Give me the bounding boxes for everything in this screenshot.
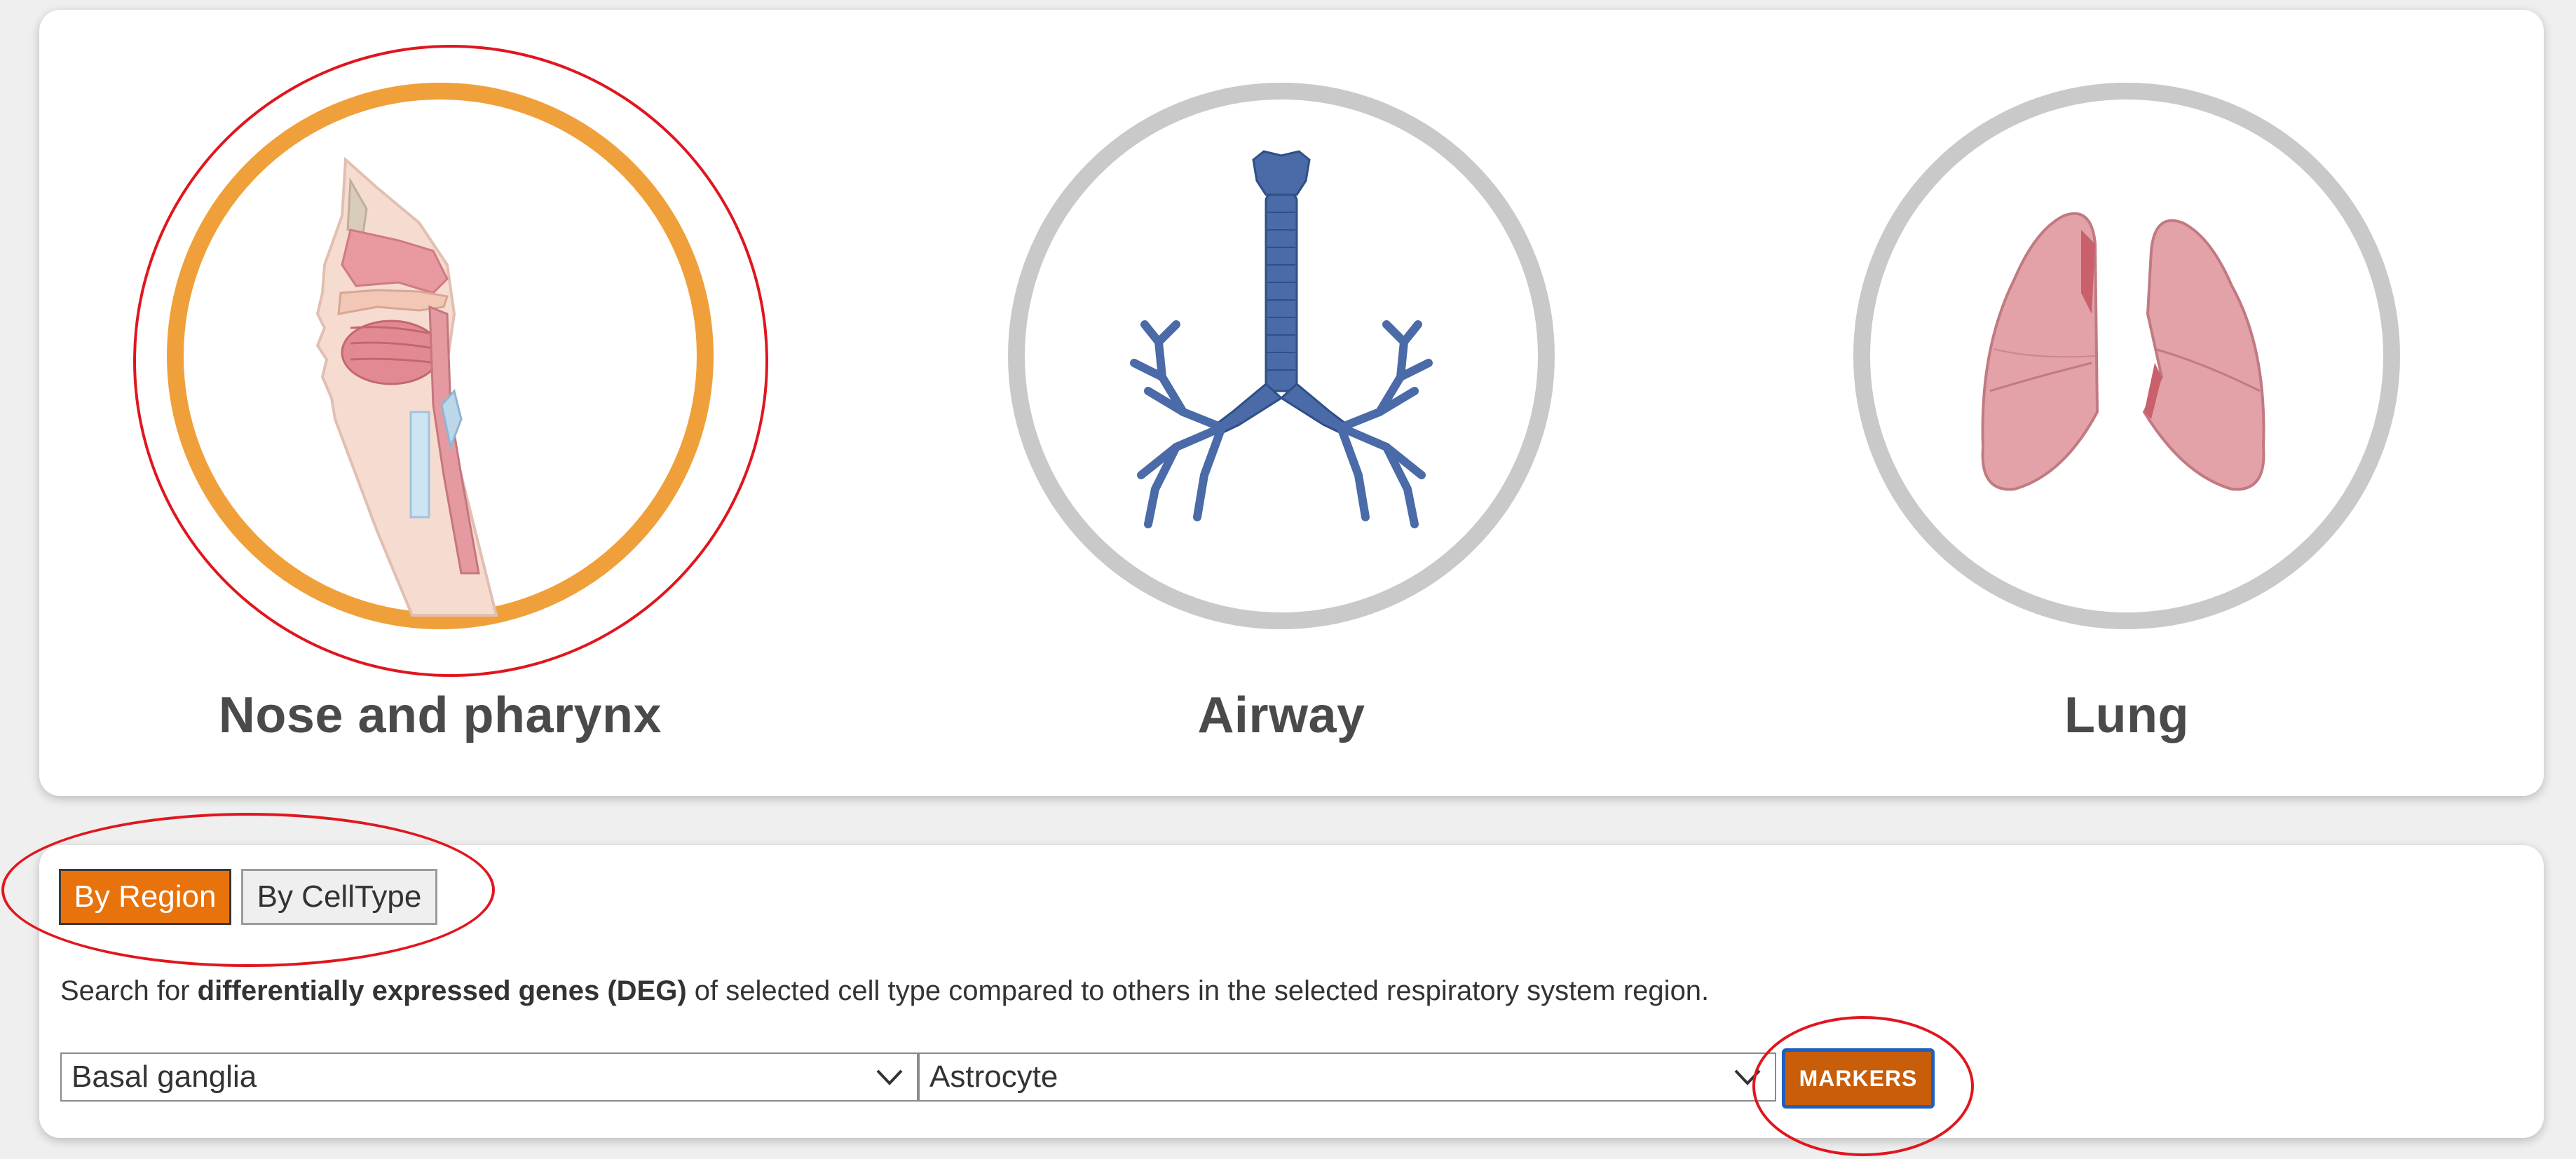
chevron-down-icon [1734, 1069, 1761, 1085]
region-select[interactable]: Basal ganglia [60, 1052, 918, 1102]
organ-label: Nose and pharynx [218, 687, 662, 743]
region-select-value: Basal ganglia [71, 1059, 257, 1094]
by-celltype-button[interactable]: By CellType [241, 869, 437, 925]
description-bold: differentially expressed genes (DEG) [197, 975, 687, 1006]
organ-selection-panel: Nose and pharynx Airway Lung [39, 10, 2544, 796]
celltype-select[interactable]: Astrocyte [918, 1052, 1776, 1102]
markers-button[interactable]: MARKERS [1782, 1048, 1935, 1109]
nose-pharynx-illustration [315, 156, 498, 617]
airway-illustration [1130, 150, 1433, 528]
celltype-select-value: Astrocyte [929, 1059, 1058, 1094]
organ-lung[interactable]: Lung [1853, 83, 2428, 755]
search-description: Search for differentially expressed gene… [60, 975, 1709, 1007]
organ-label: Airway [1197, 687, 1365, 743]
lung-illustration [1981, 212, 2265, 491]
organ-airway[interactable]: Airway [1008, 83, 1583, 755]
chevron-down-icon [876, 1069, 903, 1085]
description-prefix: Search for [60, 975, 198, 1006]
deg-search-panel: By Region By CellType Search for differe… [39, 845, 2544, 1138]
organ-label: Lung [2064, 687, 2189, 743]
description-suffix: of selected cell type compared to others… [686, 975, 1710, 1006]
by-region-button[interactable]: By Region [59, 869, 231, 925]
organ-nose-and-pharynx[interactable]: Nose and pharynx [167, 83, 742, 755]
